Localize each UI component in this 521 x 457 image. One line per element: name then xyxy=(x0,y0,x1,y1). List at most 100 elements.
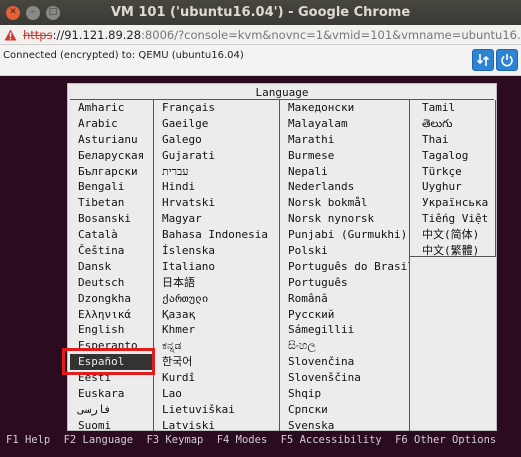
language-option[interactable]: Euskara xyxy=(70,386,153,402)
language-option[interactable]: Khmer xyxy=(154,322,279,338)
language-option[interactable]: Punjabi (Gurmukhi) xyxy=(280,227,409,243)
language-option[interactable]: Esperanto xyxy=(70,338,153,354)
language-option[interactable]: Српски xyxy=(280,402,409,418)
language-option[interactable]: Türkçe xyxy=(410,164,495,180)
language-option[interactable]: Hindi xyxy=(154,179,279,195)
language-option[interactable]: ქართული xyxy=(154,291,279,307)
language-option[interactable]: ಕನ್ನಡ xyxy=(154,338,279,354)
language-option[interactable]: Português do Brasil xyxy=(280,259,409,275)
language-option[interactable]: Magyar xyxy=(154,211,279,227)
language-option[interactable]: తెలుగు xyxy=(410,116,495,132)
language-option[interactable]: Čeština xyxy=(70,243,153,259)
language-option[interactable]: Sámegillii xyxy=(280,322,409,338)
language-option[interactable]: Amharic xyxy=(70,100,153,116)
address-bar[interactable]: https://91.121.89.28:8006/?console=kvm&n… xyxy=(0,25,521,45)
language-option[interactable]: Bahasa Indonesia xyxy=(154,227,279,243)
language-option[interactable]: Latviski xyxy=(154,418,279,434)
language-option[interactable]: Tiếng Việt xyxy=(410,211,495,227)
language-option[interactable]: සිංහල xyxy=(280,338,409,354)
power-button[interactable] xyxy=(496,49,518,71)
language-option[interactable]: 日本語 xyxy=(154,275,279,291)
language-option[interactable]: Dzongkha xyxy=(70,291,153,307)
language-option[interactable]: Asturianu xyxy=(70,132,153,148)
minimize-window-button[interactable]: – xyxy=(26,5,40,20)
language-column-4: Tamil తెలుగు Thai Tagalog Türkçe Uyghur Україн… xyxy=(410,100,496,257)
language-option[interactable]: Arabic xyxy=(70,116,153,132)
language-option[interactable]: Македонски xyxy=(280,100,409,116)
url-host: ://91.121.89.28 xyxy=(52,27,142,42)
language-option[interactable]: Português xyxy=(280,275,409,291)
warning-icon xyxy=(4,29,17,40)
language-option[interactable]: Íslenska xyxy=(154,243,279,259)
language-option[interactable]: Français xyxy=(154,100,279,116)
language-option[interactable]: Thai xyxy=(410,132,495,148)
language-option[interactable]: Galego xyxy=(154,132,279,148)
window-controls: ✕ – □ xyxy=(0,5,60,20)
language-option[interactable]: Tamil xyxy=(410,100,495,116)
url-protocol: https xyxy=(23,27,53,42)
language-option[interactable]: Tagalog xyxy=(410,148,495,164)
language-column-2: Français Gaeilge Galego Gujarati עברית Hindi H… xyxy=(154,100,280,434)
language-option[interactable]: Bengali xyxy=(70,179,153,195)
language-option[interactable]: Català xyxy=(70,227,153,243)
language-option[interactable]: Polski xyxy=(280,243,409,259)
language-option[interactable]: Deutsch xyxy=(70,275,153,291)
keyboard-arrows-icon xyxy=(476,54,490,66)
close-window-button[interactable]: ✕ xyxy=(6,5,20,20)
language-option[interactable]: Malayalam xyxy=(280,116,409,132)
language-option[interactable]: Burmese xyxy=(280,148,409,164)
language-option[interactable]: Қазақ xyxy=(154,307,279,323)
language-option[interactable]: Marathi xyxy=(280,132,409,148)
language-option[interactable]: English xyxy=(70,322,153,338)
language-option[interactable]: Български xyxy=(70,164,153,180)
language-option[interactable]: Українська xyxy=(410,195,495,211)
language-option-selected[interactable]: Español xyxy=(70,354,153,371)
language-option[interactable]: Eesti xyxy=(70,370,153,386)
language-option[interactable]: Dansk xyxy=(70,259,153,275)
language-option[interactable]: Nepali xyxy=(280,164,409,180)
language-option[interactable]: Ελληνικά xyxy=(70,307,153,323)
language-option[interactable]: Norsk nynorsk xyxy=(280,211,409,227)
language-option[interactable]: 中文(简体) xyxy=(410,227,495,243)
dialog-title: Language xyxy=(255,86,309,99)
language-option[interactable]: Gujarati xyxy=(154,148,279,164)
language-option[interactable]: Русский xyxy=(280,307,409,323)
maximize-window-button[interactable]: □ xyxy=(46,5,60,20)
f4-modes-key[interactable]: F4 Modes xyxy=(217,434,268,446)
language-option[interactable]: Bosanski xyxy=(70,211,153,227)
language-option[interactable]: Беларуская xyxy=(70,148,153,164)
language-option[interactable]: Română xyxy=(280,291,409,307)
language-option[interactable]: Slovenčina xyxy=(280,354,409,370)
send-keys-button[interactable] xyxy=(472,49,494,71)
language-option[interactable]: Hrvatski xyxy=(154,195,279,211)
connection-status: Connected (encrypted) to: QEMU (ubuntu16… xyxy=(3,50,244,61)
window-title: VM 101 ('ubuntu16.04') - Google Chrome xyxy=(110,5,411,20)
language-column-1: Amharic Arabic Asturianu Беларуская Българск… xyxy=(70,100,154,434)
language-option[interactable]: Svenska xyxy=(280,418,409,434)
language-option[interactable]: Italiano xyxy=(154,259,279,275)
language-option[interactable]: 한국어 xyxy=(154,354,279,370)
window-titlebar: ✕ – □ VM 101 ('ubuntu16.04') - Google Ch… xyxy=(0,0,521,25)
language-option[interactable]: 中文(繁體) xyxy=(410,243,495,259)
language-option[interactable]: Lietuviškai xyxy=(154,402,279,418)
f1-help-key[interactable]: F1 Help xyxy=(6,434,50,446)
language-option[interactable]: Gaeilge xyxy=(154,116,279,132)
language-option[interactable]: Slovenščina xyxy=(280,370,409,386)
language-option[interactable]: فارسی xyxy=(70,402,153,418)
f5-accessibility-key[interactable]: F5 Accessibility xyxy=(281,434,382,446)
language-option[interactable]: Lao xyxy=(154,386,279,402)
language-option[interactable]: Uyghur xyxy=(410,179,495,195)
language-option[interactable]: Norsk bokmål xyxy=(280,195,409,211)
f6-other-options-key[interactable]: F6 Other Options xyxy=(395,434,496,446)
language-option[interactable]: Suomi xyxy=(70,418,153,434)
language-option[interactable]: Kurdî xyxy=(154,370,279,386)
language-column-3: Македонски Malayalam Marathi Burmese Nepali N… xyxy=(280,100,410,434)
f2-language-key[interactable]: F2 Language xyxy=(64,434,134,446)
language-option[interactable]: Nederlands xyxy=(280,179,409,195)
language-option[interactable]: Shqip xyxy=(280,386,409,402)
f3-keymap-key[interactable]: F3 Keymap xyxy=(146,434,203,446)
language-option[interactable]: עברית xyxy=(154,164,279,180)
minimize-icon: – xyxy=(30,7,36,17)
maximize-icon: □ xyxy=(48,7,58,17)
language-option[interactable]: Tibetan xyxy=(70,195,153,211)
